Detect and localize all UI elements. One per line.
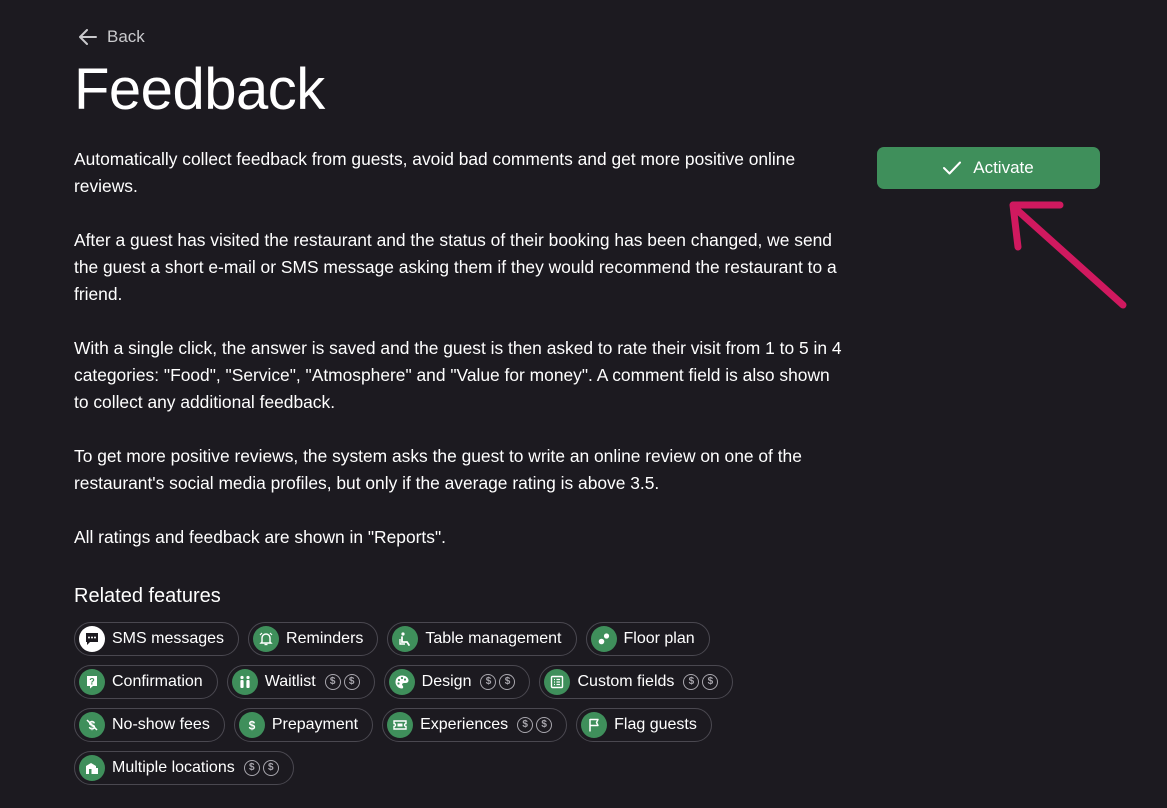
dollar-coin-icon: $	[243, 760, 260, 776]
feature-label: Waitlist	[264, 673, 316, 690]
feature-chip-no-show-fees[interactable]: $ No-show fees	[74, 708, 225, 742]
checkmark-icon	[943, 161, 962, 175]
feature-chip-multiple-locations[interactable]: Multiple locations $ $	[74, 751, 294, 785]
annotation-arrow-icon	[1009, 201, 1127, 309]
palette-icon	[388, 669, 415, 695]
feature-label: Experiences	[420, 716, 509, 733]
ticket-icon	[387, 712, 414, 738]
activate-label: Activate	[973, 158, 1034, 177]
feature-chip-design[interactable]: Design $ $	[383, 665, 531, 699]
paid-indicator: $ $	[517, 717, 553, 733]
back-label: Back	[107, 27, 145, 46]
bell-icon	[253, 626, 280, 652]
paid-indicator: $ $	[324, 674, 360, 690]
feature-chip-table-management[interactable]: Table management	[387, 622, 577, 656]
related-features-list: SMS messages Reminders Table management …	[74, 622, 734, 794]
page-title: Feedback	[74, 57, 325, 122]
people-icon	[231, 669, 258, 695]
feature-label: Prepayment	[271, 716, 359, 733]
feature-label: Reminders	[286, 630, 364, 647]
paid-indicator: $ $	[683, 674, 719, 690]
paid-indicator: $ $	[243, 760, 279, 776]
feature-label: Multiple locations	[112, 759, 235, 776]
feature-chip-floor-plan[interactable]: Floor plan	[585, 622, 710, 656]
feature-label: No-show fees	[112, 716, 210, 733]
dollar-coin-icon: $	[517, 717, 534, 733]
feature-chip-confirmation[interactable]: ? Confirmation	[74, 665, 218, 699]
feature-chip-experiences[interactable]: Experiences $ $	[382, 708, 568, 742]
svg-text:?: ?	[89, 677, 95, 687]
floor-plan-icon	[590, 626, 617, 652]
dollar-coin-icon: $	[499, 674, 516, 690]
dollar-coin-icon: $	[683, 674, 700, 690]
description-paragraph: To get more positive reviews, the system…	[74, 446, 802, 493]
dollar-icon: $	[238, 712, 265, 738]
feature-chip-prepayment[interactable]: $ Prepayment	[233, 708, 374, 742]
feature-label: Confirmation	[112, 673, 203, 690]
feature-label: Custom fields	[577, 673, 675, 690]
description-paragraph: After a guest has visited the restaurant…	[74, 230, 837, 304]
dollar-coin-icon: $	[536, 717, 553, 733]
no-dollar-icon: $	[79, 712, 105, 738]
feature-label: SMS messages	[112, 630, 225, 647]
feature-chip-custom-fields[interactable]: Custom fields $ $	[539, 665, 734, 699]
back-link[interactable]: Back	[79, 27, 145, 47]
feature-chip-reminders[interactable]: Reminders	[248, 622, 379, 656]
svg-text:$: $	[248, 719, 255, 733]
description-paragraph: All ratings and feedback are shown in "R…	[74, 527, 446, 547]
question-icon: ?	[79, 669, 105, 695]
arrow-left-icon	[79, 29, 97, 45]
dollar-coin-icon: $	[343, 674, 360, 690]
chair-icon	[392, 626, 419, 652]
description-paragraph: With a single click, the answer is saved…	[74, 338, 842, 412]
paid-indicator: $ $	[480, 674, 516, 690]
dollar-coin-icon: $	[702, 674, 719, 690]
feature-description: Automatically collect feedback from gues…	[74, 146, 844, 578]
feature-chip-sms-messages[interactable]: SMS messages	[74, 622, 240, 656]
feature-label: Table management	[425, 630, 562, 647]
chat-bubble-icon	[79, 626, 105, 652]
flag-icon	[581, 712, 608, 738]
buildings-icon	[79, 755, 105, 781]
feature-label: Floor plan	[623, 630, 695, 647]
dollar-coin-icon: $	[480, 674, 497, 690]
dollar-coin-icon: $	[262, 760, 279, 776]
feature-label: Design	[421, 673, 472, 690]
feature-label: Flag guests	[614, 716, 697, 733]
activate-button[interactable]: Activate	[877, 147, 1100, 189]
feature-chip-flag-guests[interactable]: Flag guests	[576, 708, 712, 742]
description-paragraph: Automatically collect feedback from gues…	[74, 149, 796, 196]
dollar-coin-icon: $	[324, 674, 341, 690]
list-icon	[544, 669, 571, 695]
related-features-heading: Related features	[74, 585, 221, 607]
feature-chip-waitlist[interactable]: Waitlist $ $	[226, 665, 375, 699]
